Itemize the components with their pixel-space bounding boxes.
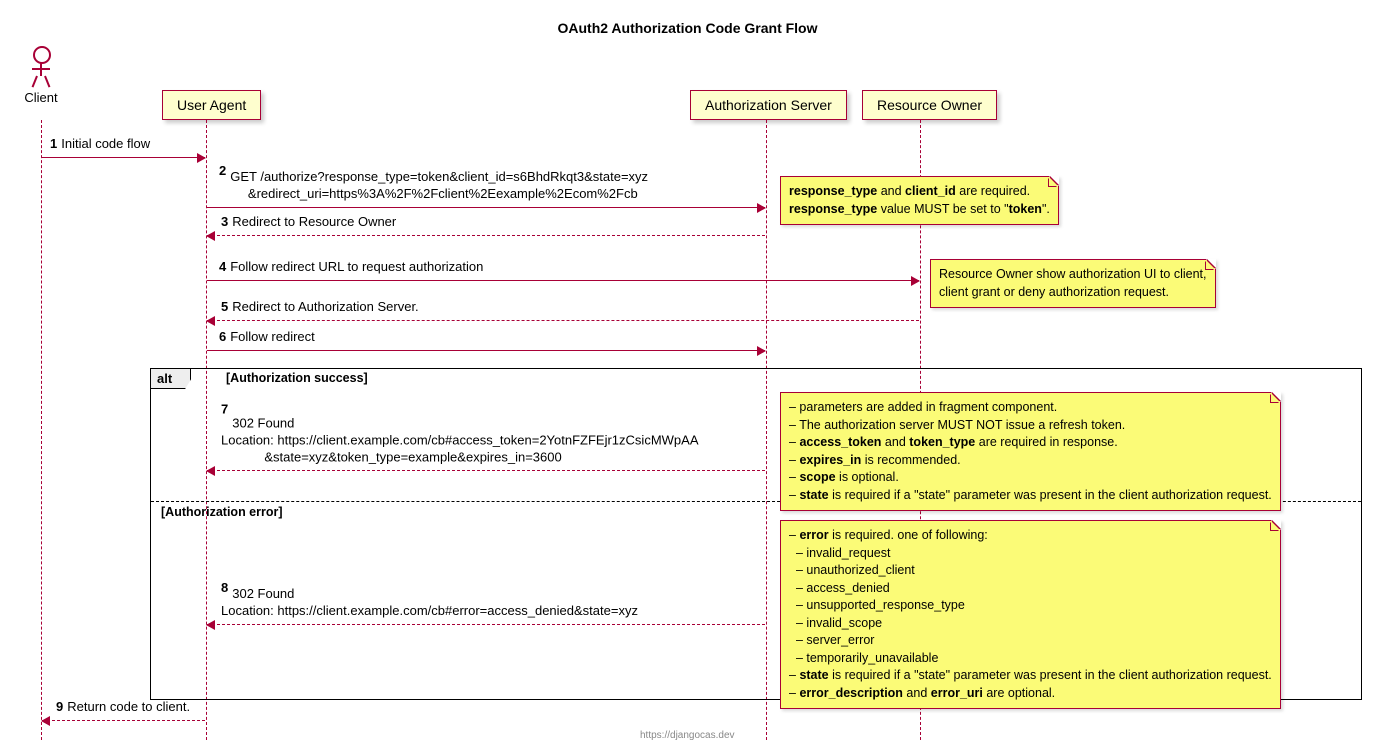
arrow-6 [207,350,765,351]
client-actor-head [33,46,51,64]
arrow-7 [207,470,765,471]
client-label: Client [11,90,71,105]
note-2-text: Resource Owner show authorization UI to … [939,267,1207,299]
auth-server-box: Authorization Server [690,90,847,120]
alt-cond-error: [Authorization error] [161,505,283,519]
note-1-text: response_type and client_id are required… [789,184,1050,216]
alt-cond-success: [Authorization success] [226,371,368,385]
user-agent-box: User Agent [162,90,261,120]
resource-owner-box: Resource Owner [862,90,997,120]
note-response-type: response_type and client_id are required… [780,176,1059,225]
note-4-text: – error is required. one of following: –… [789,528,1272,700]
client-lifeline [41,120,42,740]
note-success: – parameters are added in fragment compo… [780,392,1281,511]
diagram-title: OAuth2 Authorization Code Grant Flow [10,20,1365,36]
arrow-5 [207,320,919,321]
msg-3: 3Redirect to Resource Owner [221,214,396,233]
note-resource-owner: Resource Owner show authorization UI to … [930,259,1216,308]
msg-9: 9Return code to client. [56,699,190,718]
note-error: – error is required. one of following: –… [780,520,1281,709]
client-actor-leg-l [32,76,38,88]
arrow-9 [42,720,205,721]
msg-4: 4Follow redirect URL to request authoriz… [219,259,483,278]
arrow-2 [207,207,765,208]
msg-7: 7302 Found Location: https://client.exam… [221,401,698,468]
alt-label: alt [151,369,191,389]
msg-6: 6Follow redirect [219,329,315,348]
msg-1: 1Initial code flow [50,136,150,155]
footer-link: https://djangocas.dev [640,730,735,741]
arrow-3 [207,235,765,236]
msg-5: 5Redirect to Authorization Server. [221,299,419,318]
msg-8: 8302 Found Location: https://client.exam… [221,580,638,622]
client-actor-arms [32,68,50,70]
arrow-1 [42,157,205,158]
client-actor-leg-r [44,76,50,88]
note-3-text: – parameters are added in fragment compo… [789,400,1272,502]
msg-2: 2GET /authorize?response_type=token&clie… [219,163,648,205]
arrow-4 [207,280,919,281]
sequence-diagram: OAuth2 Authorization Code Grant Flow Cli… [10,10,1365,738]
arrow-8 [207,624,765,625]
